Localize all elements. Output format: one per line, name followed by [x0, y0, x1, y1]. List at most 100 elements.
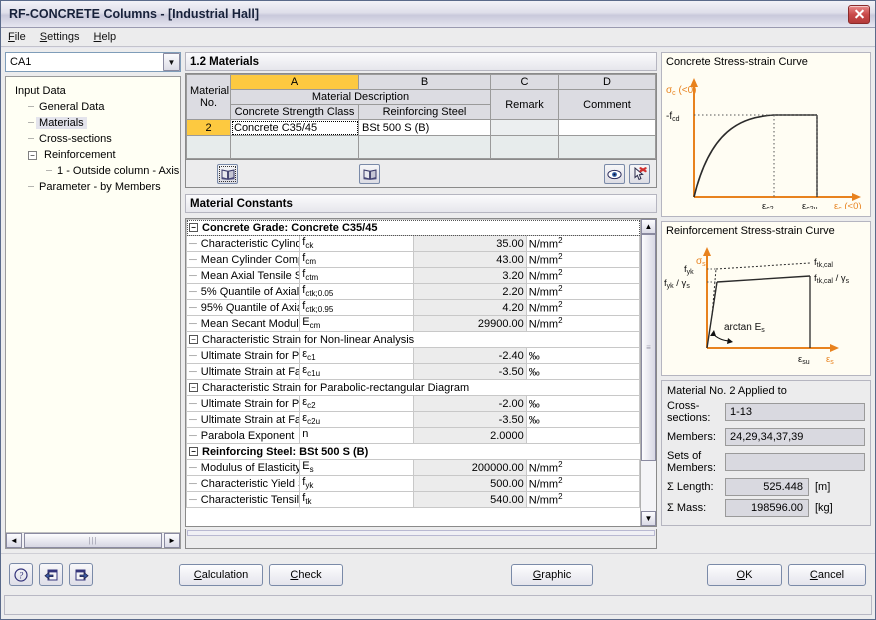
ok-button[interactable]: OK [707, 564, 782, 586]
constant-row[interactable]: ─Mean Secant Modulus of ElasticityEcm299… [186, 315, 640, 332]
next-button[interactable] [69, 563, 93, 586]
constant-value[interactable]: 43.00 [412, 251, 527, 268]
calculation-button[interactable]: Calculation [179, 564, 263, 586]
constant-unit [525, 427, 640, 444]
constant-value[interactable]: 2.0000 [412, 427, 527, 444]
constant-row[interactable]: ─Mean Cylinder Compressive Strengthfcm43… [186, 251, 640, 268]
constant-group-row[interactable]: − Concrete Grade: Concrete C35/45 [186, 219, 640, 236]
applied-field-value[interactable]: 24,29,34,37,39 [725, 428, 865, 446]
empty-cell[interactable] [358, 135, 491, 159]
table-row[interactable]: 2 Concrete C35/45 BSt 500 S (B) [186, 119, 656, 136]
constant-value[interactable]: -2.40 [412, 347, 527, 364]
constants-vscrollbar[interactable]: ▲ ≡ ▼ [640, 219, 656, 526]
previous-button[interactable] [39, 563, 63, 586]
hscroll-thumb[interactable]: ||| [24, 533, 162, 548]
constant-row[interactable]: ─Characteristic Cylinder Compressive Str… [186, 235, 640, 252]
tree-dash-icon: ┄ [46, 165, 52, 177]
check-button[interactable]: Check [269, 564, 343, 586]
tree-expander-icon[interactable]: − [28, 150, 37, 160]
sidebar-item-parameter-by-members[interactable]: ┄ Parameter - by Members [12, 179, 176, 195]
constant-group-row[interactable]: − Characteristic Strain for Non-linear An… [186, 331, 640, 348]
table-empty-row[interactable] [186, 135, 656, 159]
sidebar-item-materials[interactable]: ┄ Materials [12, 115, 176, 131]
unit-sup: 2 [558, 492, 563, 502]
sidebar-item-reinforcement[interactable]: − Reinforcement [12, 147, 176, 163]
constant-row[interactable]: ─Characteristic Tensile Strengthftk540.0… [186, 491, 640, 508]
tree-expander-icon[interactable]: − [189, 223, 198, 233]
constant-value[interactable]: 500.00 [412, 475, 527, 492]
constant-row[interactable]: ─Characteristic Yield Strengthfyk500.00N… [186, 475, 640, 492]
constant-row[interactable]: ─Mean Axial Tensile Strengthfctm3.20N/mm… [186, 267, 640, 284]
pick-material-button[interactable] [629, 164, 650, 184]
library-steel-button[interactable] [359, 164, 380, 184]
table-toolbar [185, 160, 657, 188]
close-icon[interactable] [848, 4, 870, 24]
menu-item-file[interactable]: File [8, 31, 26, 43]
column-header-C[interactable]: C [490, 74, 559, 90]
constant-value[interactable]: 35.00 [412, 235, 527, 252]
navigator-hscrollbar[interactable]: ◄ ||| ► [6, 532, 180, 548]
constant-value[interactable]: 3.20 [412, 267, 527, 284]
tree-expander-icon[interactable]: − [189, 447, 198, 457]
load-case-combo[interactable]: CA1 ▼ [5, 52, 181, 72]
library-concrete-button[interactable] [217, 164, 238, 184]
constant-value[interactable]: 200000.00 [412, 459, 527, 476]
sidebar-item-1-outside-column-axis-a[interactable]: ┄ 1 - Outside column - Axis A [12, 163, 180, 179]
constant-row[interactable]: ─Ultimate Strain for Pure Compressionεc1… [186, 347, 640, 364]
constant-value[interactable]: 2.20 [412, 283, 527, 300]
constants-hscrollbar[interactable] [185, 529, 657, 549]
empty-cell[interactable] [558, 135, 656, 159]
cancel-button[interactable]: Cancel [788, 564, 866, 586]
symbol-sub: ctk;0.95 [305, 305, 334, 315]
vscroll-track[interactable]: ≡ [641, 234, 656, 511]
constant-value[interactable]: -3.50 [412, 363, 527, 380]
chevron-down-icon[interactable]: ▼ [163, 53, 180, 71]
hscroll-track[interactable]: ||| [22, 533, 164, 548]
empty-cell[interactable] [230, 135, 359, 159]
vscroll-thumb[interactable]: ≡ [641, 234, 656, 462]
scroll-right-icon[interactable]: ► [164, 533, 180, 548]
menu-item-help[interactable]: Help [94, 31, 117, 43]
constant-row[interactable]: ─Ultimate Strain at Failureεc2u-3.50‰ [186, 411, 640, 428]
row-number[interactable]: 2 [186, 119, 231, 136]
column-header-D[interactable]: D [558, 74, 656, 90]
scroll-up-icon[interactable]: ▲ [641, 219, 656, 234]
constant-value[interactable]: -2.00 [412, 395, 527, 412]
applied-field-row: Sets of Members: [667, 450, 865, 474]
constant-value[interactable]: 540.00 [412, 491, 527, 508]
column-header-B[interactable]: B [358, 74, 491, 90]
constant-row[interactable]: ─95% Quantile of Axial Tensile Strengthf… [186, 299, 640, 316]
constant-row[interactable]: ─ Modulus of Elasticity Es 200000.00 N/mm2 [186, 459, 640, 476]
constant-group-row[interactable]: − Characteristic Strain for Parabolic-rec… [186, 379, 640, 396]
tree-expander-icon[interactable]: − [189, 383, 198, 393]
pick-select-icon [634, 167, 647, 181]
applied-field-value[interactable] [725, 453, 865, 471]
cell-steel[interactable]: BSt 500 S (B) [358, 119, 491, 136]
constant-group-row[interactable]: − Reinforcing Steel: BSt 500 S (B) [186, 443, 640, 460]
view-material-button[interactable] [604, 164, 625, 184]
sidebar-item-cross-sections[interactable]: ┄ Cross-sections [12, 131, 176, 147]
constant-value[interactable]: 29900.00 [412, 315, 527, 332]
column-header-A[interactable]: A [230, 74, 359, 90]
cell-strength-class[interactable]: Concrete C35/45 [230, 119, 359, 136]
cell-comment[interactable] [558, 119, 656, 136]
applied-field-value[interactable]: 1-13 [725, 403, 865, 421]
constant-value[interactable]: 4.20 [412, 299, 527, 316]
scroll-left-icon[interactable]: ◄ [6, 533, 22, 548]
menu-item-settings[interactable]: Settings [40, 31, 80, 43]
scroll-down-icon[interactable]: ▼ [641, 511, 656, 526]
cell-remark[interactable] [490, 119, 559, 136]
tree-expander-icon[interactable]: − [189, 335, 198, 345]
constant-row[interactable]: ─Ultimate Strain at Failureεc1u-3.50‰ [186, 363, 640, 380]
constant-row[interactable]: ─ Parabola Exponent n 2.0000 [186, 427, 640, 444]
empty-cell[interactable] [186, 135, 231, 159]
constant-row[interactable]: ─Ultimate Strain for Pure Compressionεc2… [186, 395, 640, 412]
constant-value[interactable]: -3.50 [412, 411, 527, 428]
empty-cell[interactable] [490, 135, 559, 159]
graphic-button[interactable]: Graphic [511, 564, 593, 586]
constant-row[interactable]: ─5% Quantile of Axial Tensile Strengthfc… [186, 283, 640, 300]
sidebar-item-general-data[interactable]: ┄ General Data [12, 99, 176, 115]
help-button[interactable]: ? [9, 563, 33, 586]
constants-hscroll-track[interactable] [187, 530, 655, 536]
sidebar-item-input-data[interactable]: Input Data [12, 83, 176, 99]
